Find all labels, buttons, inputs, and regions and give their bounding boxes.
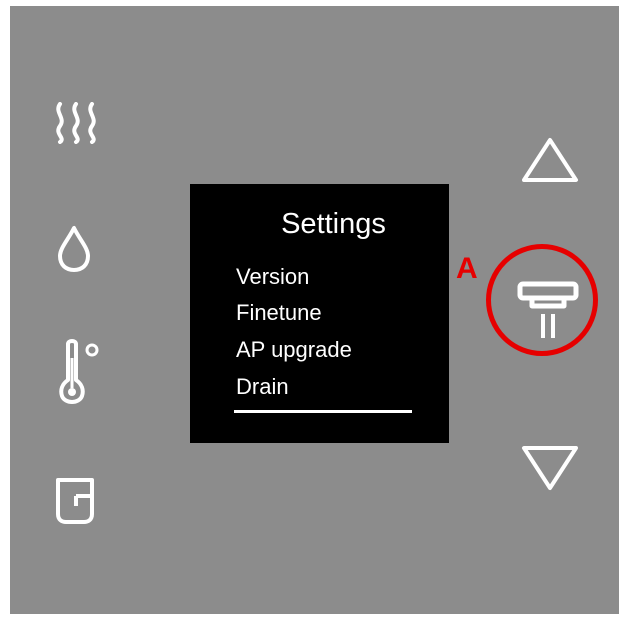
menu-item-drain[interactable]: Drain [236, 374, 289, 400]
selection-underline [234, 410, 412, 413]
control-panel: Settings Version Finetune AP upgrade Dra… [10, 6, 619, 614]
display-screen: Settings Version Finetune AP upgrade Dra… [190, 184, 449, 443]
down-arrow-button[interactable] [520, 444, 580, 492]
cup-icon [54, 474, 98, 526]
menu-item-version[interactable]: Version [236, 264, 309, 290]
screen-title: Settings [281, 208, 386, 240]
annotation-label: A [456, 252, 478, 285]
menu-item-finetune[interactable]: Finetune [236, 300, 322, 326]
water-drop-icon [54, 224, 94, 274]
menu-item-ap-upgrade[interactable]: AP upgrade [236, 337, 352, 363]
up-arrow-button[interactable] [520, 136, 580, 184]
annotation-circle [486, 244, 598, 356]
steam-icon [50, 102, 102, 144]
thermometer-icon [56, 338, 102, 408]
